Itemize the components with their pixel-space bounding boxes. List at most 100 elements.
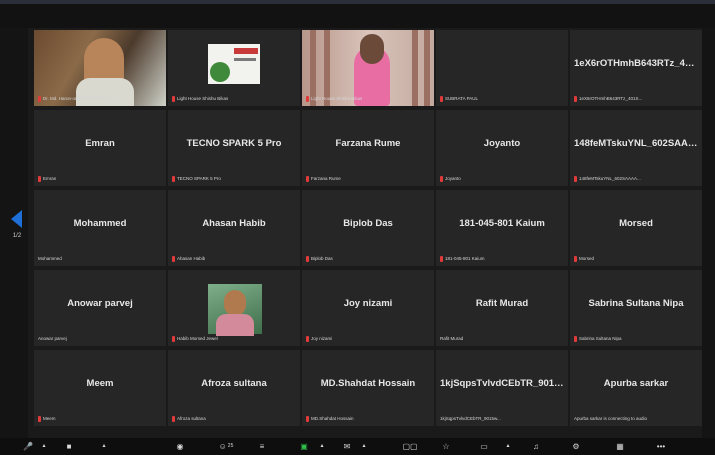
more-options-icon[interactable]: •••	[654, 441, 668, 452]
participant-tile[interactable]: Emran Emran	[34, 110, 166, 186]
mic-muted-icon	[306, 335, 309, 342]
participant-name-label: 1eX6rOTHmhB643RTz_401S...	[573, 94, 642, 103]
mute-microphone-icon[interactable]: 🎤	[22, 441, 34, 452]
participant-name-label: Emran	[37, 174, 56, 183]
participant-name-label: TECNO SPARK 5 Pro	[171, 174, 221, 183]
participant-display-name: TECNO SPARK 5 Pro	[186, 138, 282, 149]
meeting-toolbar: 🎤 ▴ ■ ▴ ◉ ☺25 ≡ ▣ ▴ ✉ ▴ ▢▢ ☆ ▭ ▴ ♫ ⚙ ▦ •…	[0, 438, 715, 455]
participant-display-name: Meem	[86, 378, 114, 389]
participant-tile[interactable]: Biplob Das Biplob Das	[302, 190, 434, 266]
video-camera-icon[interactable]: ■	[62, 441, 76, 452]
participant-display-name: Sabrina Sultana Nipa	[588, 298, 684, 309]
polls-icon[interactable]: ≡	[256, 441, 268, 452]
record-icon[interactable]: ▢▢	[398, 441, 422, 452]
participant-tile[interactable]: 1eX6rOTHmhB643RTz_401S... 1eX6rOTHmhB643…	[570, 30, 702, 106]
participant-tile[interactable]: Meem Meem	[34, 350, 166, 426]
audio-options-chevron-icon[interactable]: ▴	[40, 441, 48, 452]
participant-name-label: Biplob Das	[305, 254, 333, 263]
apps-icon[interactable]: ▦	[612, 441, 628, 452]
participant-tile[interactable]: Ahasan Habib Ahasan Habib	[168, 190, 300, 266]
mic-muted-icon	[306, 415, 309, 422]
participant-name-label: Morsed	[573, 254, 594, 263]
participant-name-label: Light House Shishu Bikas	[305, 94, 362, 103]
share-screen-icon[interactable]: ▣	[298, 441, 310, 452]
security-shield-icon[interactable]: ◉	[174, 441, 186, 452]
page-indicator: 1/2	[12, 233, 22, 239]
participant-tile[interactable]: MD.Shahdat Hossain MD.Shahdat Hossain	[302, 350, 434, 426]
participant-name-label: Habib Morsed Jewel	[171, 334, 218, 343]
participants-button[interactable]: ☺25	[212, 441, 240, 452]
participant-name-label: Ahasan Habib	[171, 254, 205, 263]
participant-name-label: Sabrina Sultana Nipa	[573, 334, 622, 343]
participant-name-label: SUBRATA PAUL	[439, 94, 478, 103]
participant-name-label: Mohammed	[38, 256, 62, 261]
participant-name-label: Dr. Md. Harun-or-Rashid, PhD (Chief)	[37, 94, 118, 103]
mic-muted-icon	[574, 255, 577, 262]
participant-tile[interactable]: Joyanto Joyanto	[436, 110, 568, 186]
participant-name-label: Meem	[37, 414, 56, 423]
participant-display-name: Emran	[85, 138, 115, 149]
participant-display-name: Biplob Das	[343, 218, 393, 229]
participant-name-label: Joy nizami	[305, 334, 332, 343]
participant-video	[208, 44, 260, 84]
reactions-icon[interactable]: ☆	[440, 441, 452, 452]
participant-tile[interactable]: 1kjSqpsTvlvdCEbTR_9015w... 1kjSqpsTvlvdC…	[436, 350, 568, 426]
participant-tile[interactable]: Mohammed Mohammed	[34, 190, 166, 266]
mic-muted-icon	[172, 255, 175, 262]
participant-display-name: Morsed	[619, 218, 653, 229]
participant-tile[interactable]: Farzana Rume Farzana Rume	[302, 110, 434, 186]
window-top-bar	[0, 0, 715, 28]
participant-tile[interactable]: 181-045-801 Kaium 181-045-801 Kaium	[436, 190, 568, 266]
participant-tile[interactable]: Morsed Morsed	[570, 190, 702, 266]
previous-page-arrow-icon[interactable]	[11, 210, 22, 228]
participant-tile[interactable]: Joy nizami Joy nizami	[302, 270, 434, 346]
participant-tile[interactable]: Afroza sultana Afroza sultana	[168, 350, 300, 426]
participant-tile[interactable]: Rafit Murad Rafit Murad	[436, 270, 568, 346]
participant-display-name: MD.Shahdat Hossain	[320, 378, 416, 389]
participant-display-name: Anowar parvej	[67, 298, 133, 309]
participant-name-label: Joyanto	[439, 174, 461, 183]
participant-name-label: Light House Shishu Bikas	[171, 94, 228, 103]
participant-tile[interactable]: Light House Shishu Bikas	[168, 30, 300, 106]
participant-display-name: Afroza sultana	[201, 378, 267, 389]
participant-name-label: Afroza sultana	[171, 414, 206, 423]
audio-icon[interactable]: ♫	[530, 441, 542, 452]
participant-name-label: Apurba sarkar is connecting to audio	[574, 416, 648, 421]
captions-options-chevron-icon[interactable]: ▴	[504, 441, 512, 452]
mic-muted-icon	[574, 95, 577, 102]
participant-tile[interactable]: TECNO SPARK 5 Pro TECNO SPARK 5 Pro	[168, 110, 300, 186]
mic-muted-icon	[306, 175, 309, 182]
participant-name-label: 148feMTskuYNL_602SAAAA...	[573, 174, 641, 183]
participant-tile[interactable]: Dr. Md. Harun-or-Rashid, PhD (Chief)	[34, 30, 166, 106]
mic-muted-icon	[440, 255, 443, 262]
participant-tile[interactable]: Anowar parvej Anowar parvej	[34, 270, 166, 346]
participant-tile[interactable]: 148feMTskuYNL_602SAAAA... 148feMTskuYNL_…	[570, 110, 702, 186]
participant-name-label: 1kjSqpsTvlvdCEbTR_9015w...	[440, 416, 501, 421]
participant-display-name: 181-045-801 Kaium	[459, 218, 545, 229]
mic-muted-icon	[306, 95, 309, 102]
participant-display-name: Apurba sarkar	[603, 378, 669, 389]
participant-display-name: 1kjSqpsTvlvdCEbTR_9015w...	[440, 378, 564, 389]
participant-tile[interactable]: Light House Shishu Bikas	[302, 30, 434, 106]
participants-count: 25	[227, 443, 234, 449]
settings-gear-icon[interactable]: ⚙	[570, 441, 582, 452]
chat-options-chevron-icon[interactable]: ▴	[360, 441, 368, 452]
mic-muted-icon	[38, 175, 41, 182]
participant-tile[interactable]: Apurba sarkar Apurba sarkar is connectin…	[570, 350, 702, 426]
participant-tile[interactable]: Habib Morsed Jewel	[168, 270, 300, 346]
participant-display-name: Farzana Rume	[335, 138, 401, 149]
participant-display-name: Rafit Murad	[475, 298, 529, 309]
participant-tile[interactable]: SUBRATA PAUL	[436, 30, 568, 106]
mic-muted-icon	[172, 335, 175, 342]
mic-muted-icon	[172, 95, 175, 102]
mic-muted-icon	[172, 175, 175, 182]
captions-icon[interactable]: ▭	[478, 441, 490, 452]
video-options-chevron-icon[interactable]: ▴	[100, 441, 108, 452]
participant-name-label: 181-045-801 Kaium	[439, 254, 485, 263]
chat-icon[interactable]: ✉	[340, 441, 354, 452]
participant-display-name: 1eX6rOTHmhB643RTz_401S...	[574, 58, 698, 69]
participant-tile[interactable]: Sabrina Sultana Nipa Sabrina Sultana Nip…	[570, 270, 702, 346]
mic-muted-icon	[440, 175, 443, 182]
participant-display-name: Ahasan Habib	[202, 218, 266, 229]
share-options-chevron-icon[interactable]: ▴	[318, 441, 326, 452]
